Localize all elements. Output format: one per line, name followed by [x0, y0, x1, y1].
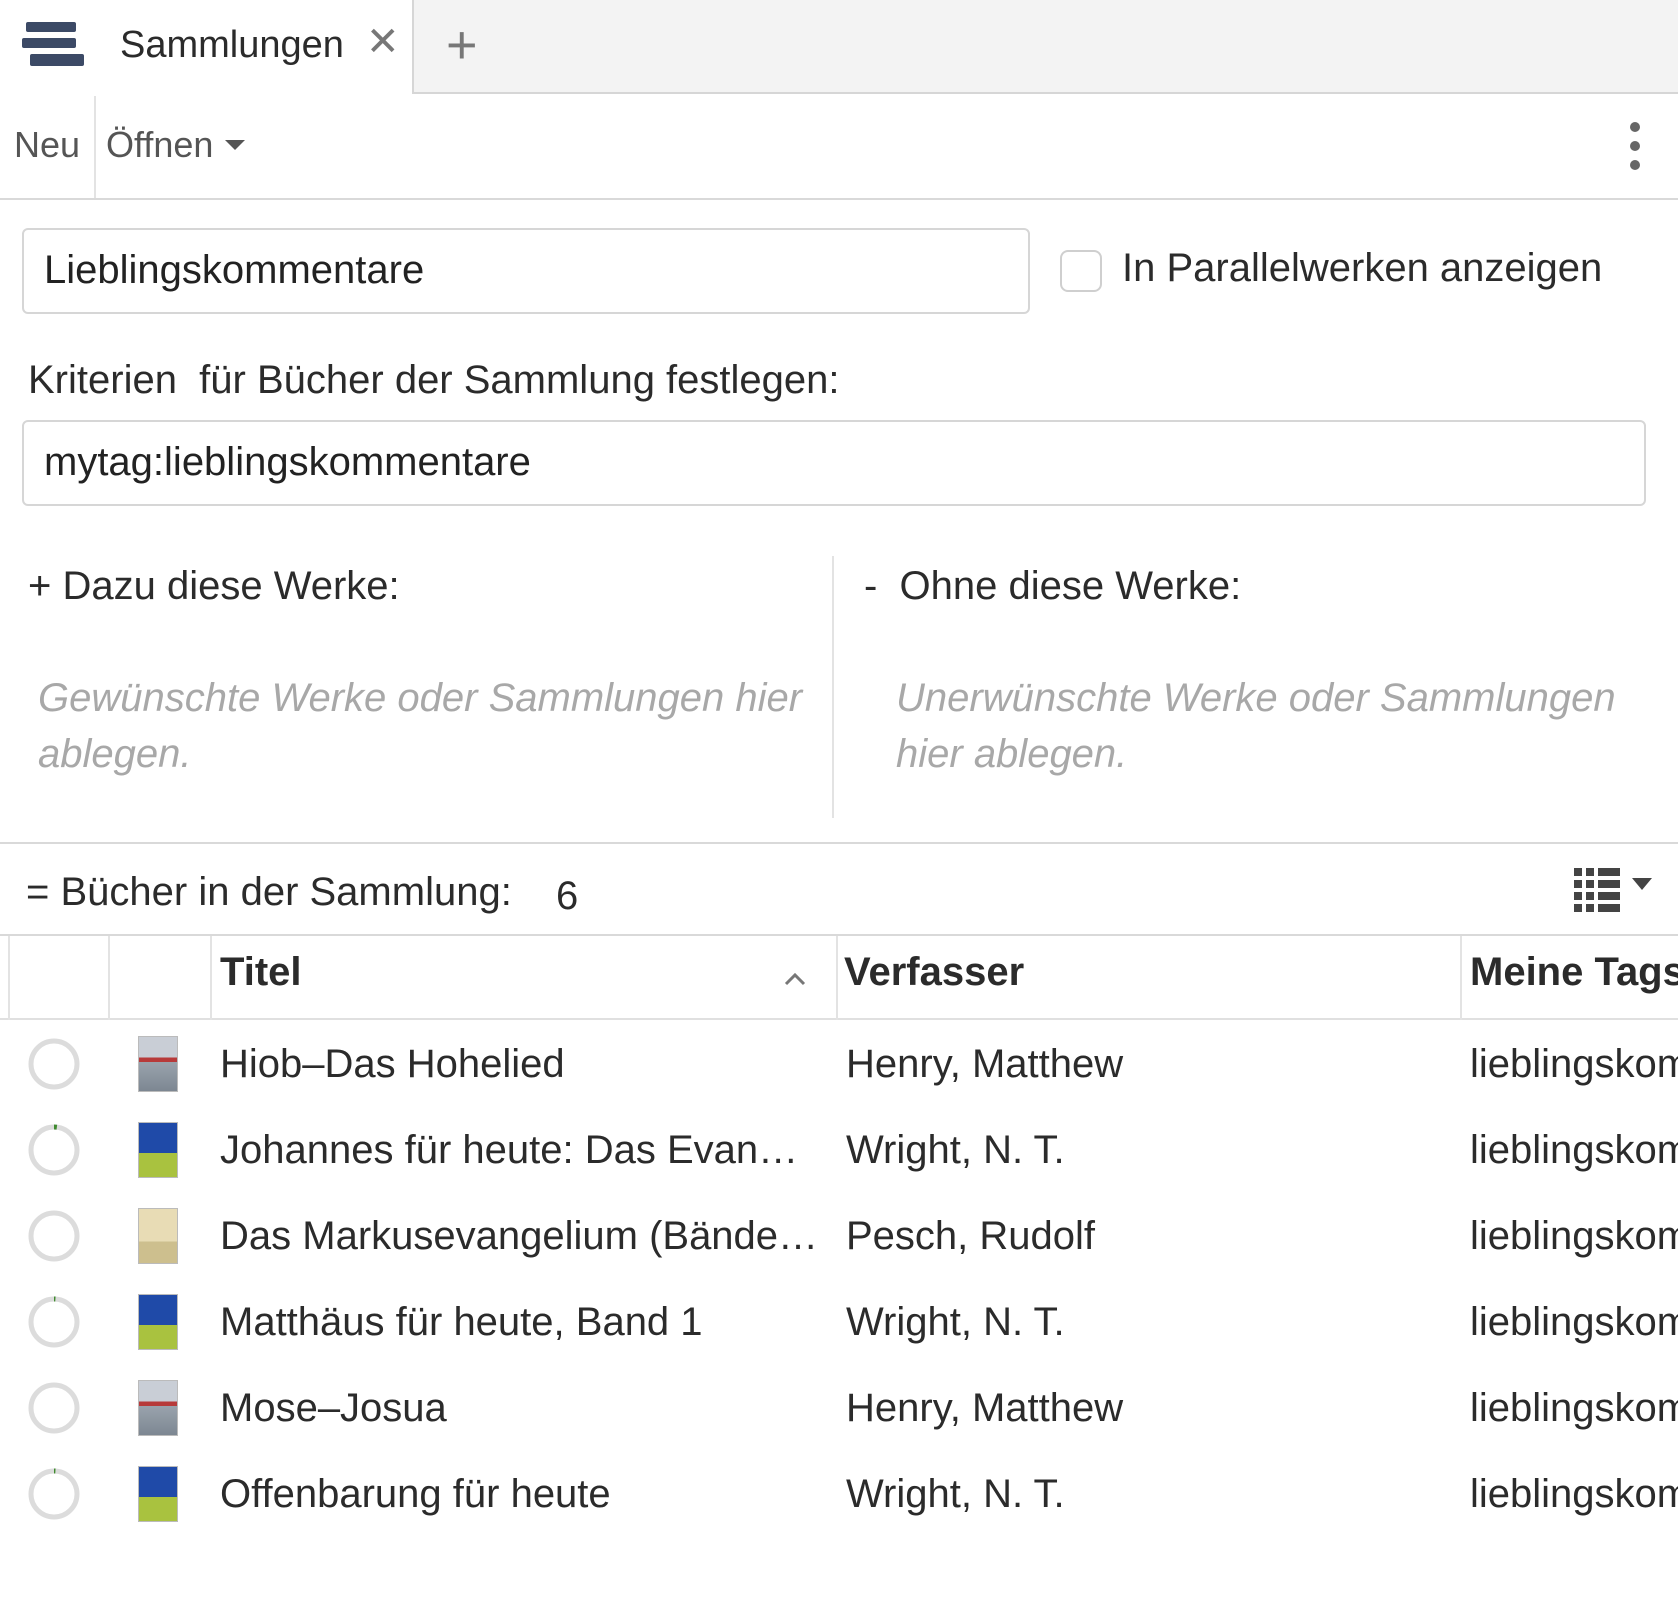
dropzone-divider: [832, 556, 834, 818]
book-tags: lieblingskommentare: [1470, 1214, 1678, 1258]
book-cover: [138, 1122, 178, 1178]
book-title: Offenbarung für heute: [220, 1472, 611, 1516]
reading-progress-icon: [28, 1382, 80, 1434]
column-divider[interactable]: [836, 936, 838, 1020]
more-vertical-icon[interactable]: [1620, 122, 1650, 172]
column-header-author[interactable]: Verfasser: [844, 950, 1024, 995]
column-header-title[interactable]: Titel: [220, 950, 302, 995]
criteria-label: Kriterien für Bücher der Sammlung festle…: [28, 358, 840, 402]
book-tags: lieblingskommentare: [1470, 1472, 1678, 1516]
reading-progress-icon: [28, 1124, 80, 1176]
book-tags: lieblingskommentare: [1470, 1128, 1678, 1172]
include-title: + Dazu diese Werke:: [28, 564, 400, 608]
book-title: Johannes für heute: Das Evangelium: [220, 1128, 820, 1172]
book-author: Wright, N. T.: [846, 1300, 1065, 1344]
book-cover: [138, 1294, 178, 1350]
table-row[interactable]: Mose–Josua Henry, Matthew lieblingskomment…: [0, 1366, 1678, 1452]
books-count: 6: [556, 874, 579, 918]
reading-progress-icon: [28, 1468, 80, 1520]
exclude-hint: Unerwünschte Werke oder Sammlungen hier …: [896, 676, 1616, 776]
book-author: Pesch, Rudolf: [846, 1214, 1096, 1258]
open-button-label: Öffnen: [106, 124, 214, 165]
toolbar: Neu Öffnen: [0, 94, 1678, 200]
parallel-checkbox[interactable]: [1060, 250, 1102, 292]
add-tab-icon[interactable]: +: [446, 18, 478, 72]
toolbar-divider: [94, 96, 96, 198]
book-author: Henry, Matthew: [846, 1042, 1124, 1086]
book-author: Wright, N. T.: [846, 1472, 1065, 1516]
sort-ascending-icon: [784, 972, 806, 986]
book-author: Henry, Matthew: [846, 1386, 1124, 1430]
column-header-tags[interactable]: Meine Tags: [1470, 950, 1678, 995]
collections-icon: [22, 22, 84, 66]
table-header: Titel Verfasser Meine Tags: [0, 936, 1678, 1020]
reading-progress-icon: [28, 1296, 80, 1348]
table-row[interactable]: Matthäus für heute, Band 1 Wright, N. T. l…: [0, 1280, 1678, 1366]
table-row[interactable]: Das Markusevangelium (Bände 1–2) Pesch, R…: [0, 1194, 1678, 1280]
exclude-title: - Ohne diese Werke:: [864, 564, 1242, 608]
book-tags: lieblingskommentare: [1470, 1042, 1678, 1086]
books-label: = Bücher in der Sammlung:: [26, 870, 512, 914]
book-title: Das Markusevangelium (Bände 1–2): [220, 1214, 820, 1258]
book-title: Hiob–Das Hohelied: [220, 1042, 565, 1086]
book-tags: lieblingskommentare: [1470, 1300, 1678, 1344]
book-cover: [138, 1036, 178, 1092]
book-title: Mose–Josua: [220, 1386, 447, 1430]
table-row[interactable]: Offenbarung für heute Wright, N. T. liebli…: [0, 1452, 1678, 1538]
table-row[interactable]: Johannes für heute: Das Evangelium Wright…: [0, 1108, 1678, 1194]
include-hint: Gewünschte Werke oder Sammlungen hier ab…: [38, 676, 803, 776]
new-button[interactable]: Neu: [14, 124, 80, 166]
parallel-checkbox-label: In Parallelwerken anzeigen: [1122, 246, 1603, 290]
book-cover: [138, 1380, 178, 1436]
tab-bar: Sammlungen ✕ +: [0, 0, 1678, 96]
tab-label: Sammlungen: [120, 24, 344, 66]
book-cover: [138, 1466, 178, 1522]
reading-progress-icon: [28, 1038, 80, 1090]
book-tags: lieblingskommentare: [1470, 1386, 1678, 1430]
tab-collections[interactable]: Sammlungen ✕: [0, 0, 414, 96]
criteria-field[interactable]: mytag:lieblingskommentare: [22, 420, 1646, 506]
column-divider[interactable]: [210, 936, 212, 1020]
tab-close-icon[interactable]: ✕: [366, 22, 400, 62]
collection-name-field[interactable]: Lieblingskommentare: [22, 228, 1030, 314]
book-author: Wright, N. T.: [846, 1128, 1065, 1172]
column-divider[interactable]: [1460, 936, 1462, 1020]
column-divider[interactable]: [108, 936, 110, 1020]
column-divider: [8, 936, 10, 1020]
book-title: Matthäus für heute, Band 1: [220, 1300, 703, 1344]
chevron-down-icon: [225, 140, 246, 150]
list-view-icon[interactable]: [1572, 866, 1658, 916]
reading-progress-icon: [28, 1210, 80, 1262]
section-divider: [0, 842, 1678, 844]
table-row[interactable]: Hiob–Das Hohelied Henry, Matthew lieblings…: [0, 1022, 1678, 1108]
open-button[interactable]: Öffnen: [106, 124, 246, 166]
book-cover: [138, 1208, 178, 1264]
